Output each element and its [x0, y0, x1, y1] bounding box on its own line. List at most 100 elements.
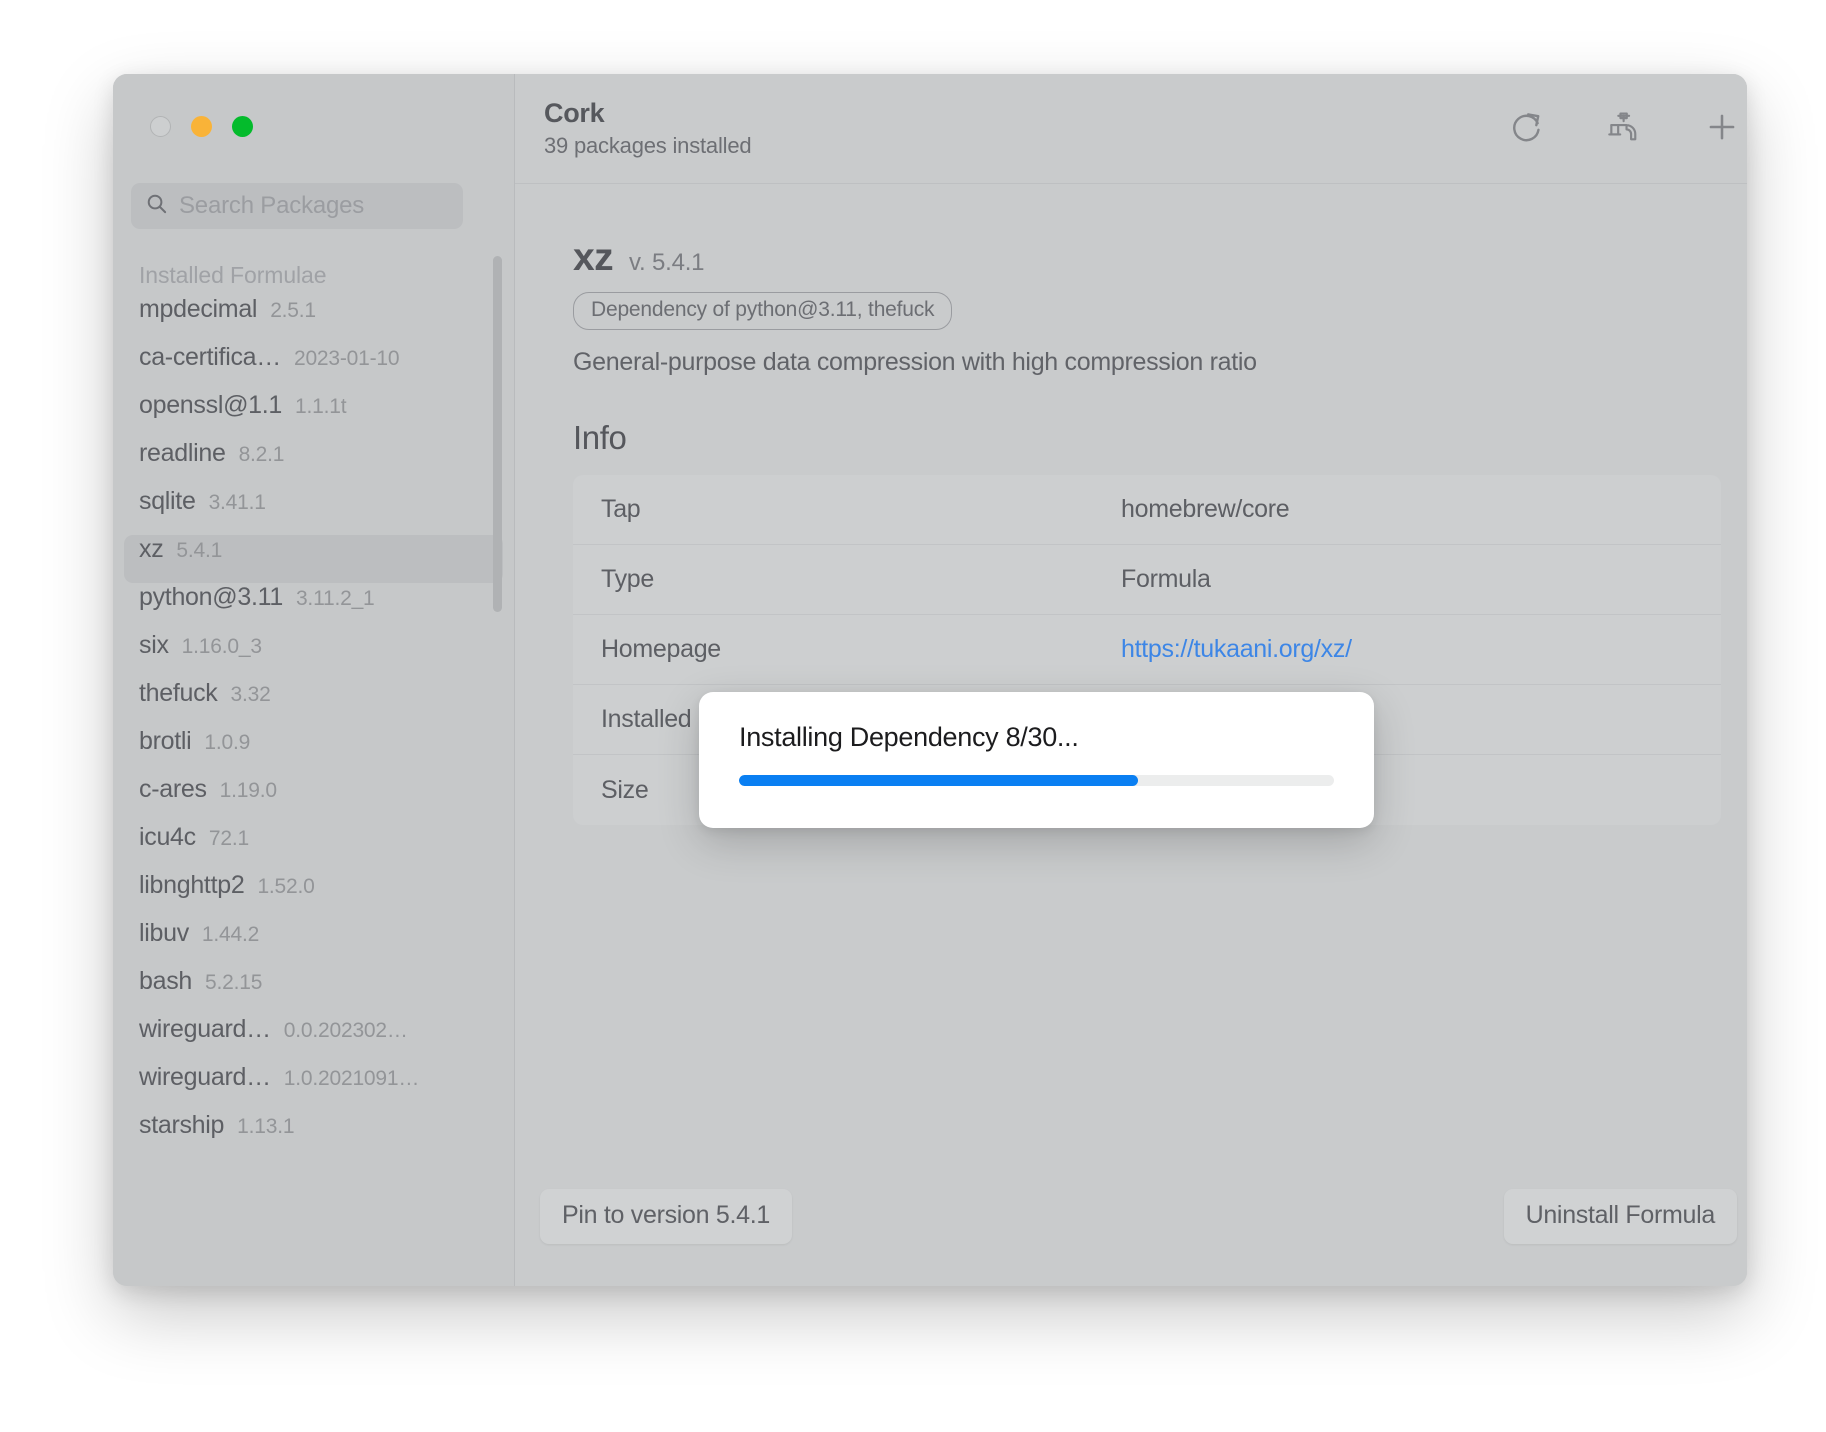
pin-to-version-button[interactable]: Pin to version 5.4.1 — [540, 1188, 793, 1244]
package-version: v. 5.4.1 — [629, 249, 705, 276]
uninstall-formula-button[interactable]: Uninstall Formula — [1503, 1188, 1737, 1244]
package-list-item-name: brotli — [139, 727, 192, 755]
info-table-row: Homepage https://tukaani.org/xz/ — [573, 615, 1721, 685]
plus-icon — [1704, 109, 1740, 148]
taps-button[interactable] — [1603, 108, 1645, 150]
info-row-link[interactable]: https://tukaani.org/xz/ — [1121, 635, 1352, 664]
package-list-item-version: 0.0.202302… — [283, 1019, 408, 1042]
info-row-value: Formula — [1121, 565, 1211, 593]
info-section-heading: Info — [573, 419, 627, 456]
package-list-item-name: six — [139, 631, 169, 659]
cork-app-window: Installed Formulae mpdecimal 2.5.1 ca-cert… — [113, 74, 1747, 1286]
info-row-key: Tap — [601, 495, 641, 523]
add-package-button[interactable] — [1701, 108, 1743, 150]
refresh-icon — [1509, 110, 1543, 147]
refresh-button[interactable] — [1505, 108, 1547, 150]
info-row-key: Type — [601, 565, 654, 593]
package-list-item[interactable]: readline 8.2.1 — [124, 439, 503, 487]
package-list-item-version: 8.2.1 — [238, 443, 285, 466]
package-list-item-name: icu4c — [139, 823, 196, 851]
installed-formulae-header: Installed Formulae — [139, 262, 327, 288]
package-list-item-version: 1.0.9 — [204, 731, 251, 754]
package-list-item[interactable]: thefuck 3.32 — [124, 679, 503, 727]
installing-dependency-dialog: Installing Dependency 8/30... — [699, 692, 1374, 828]
info-table-row: Type Formula — [573, 545, 1721, 615]
main-pane: Cork 39 packages installed xz v. 5.4.1 D… — [514, 74, 1747, 1286]
package-list-item[interactable]: wireguard… 0.0.202302… — [124, 1015, 503, 1063]
toolbar: Cork 39 packages installed — [515, 74, 1747, 184]
package-list-item-version: 1.16.0_3 — [181, 635, 262, 658]
package-description: General-purpose data compression with hi… — [573, 348, 1257, 376]
minimize-window-button[interactable] — [191, 116, 212, 137]
package-list-item-version: 3.41.1 — [208, 491, 266, 514]
package-list-item[interactable]: sqlite 3.41.1 — [124, 487, 503, 535]
package-title-row: xz v. 5.4.1 — [573, 236, 1721, 280]
dependency-badge: Dependency of python@3.11, thefuck — [573, 292, 953, 330]
package-list-item-version: 1.1.1t — [295, 395, 347, 418]
desktop-backdrop: Installed Formulae mpdecimal 2.5.1 ca-cert… — [0, 0, 1826, 1432]
package-list-item[interactable]: bash 5.2.15 — [124, 967, 503, 1015]
package-list-item-version: 5.2.15 — [205, 971, 263, 994]
package-list-item-name: sqlite — [139, 487, 196, 515]
window-traffic-lights — [150, 116, 253, 137]
package-list-item-version: 1.19.0 — [219, 779, 277, 802]
progress-bar-fill — [739, 775, 1138, 786]
faucet-icon — [1605, 110, 1643, 147]
package-list-item[interactable]: brotli 1.0.9 — [124, 727, 503, 775]
package-list-item[interactable]: libuv 1.44.2 — [124, 919, 503, 967]
package-list-item[interactable]: six 1.16.0_3 — [124, 631, 503, 679]
package-list-item-name: python@3.11 — [139, 583, 283, 611]
package-list-item-name: libnghttp2 — [139, 871, 245, 899]
package-list-item[interactable]: xz 5.4.1 — [124, 535, 503, 583]
package-list-item[interactable]: starship 1.13.1 — [124, 1111, 503, 1159]
package-list-item-version: 3.11.2_1 — [295, 587, 375, 610]
dialog-title: Installing Dependency 8/30... — [739, 722, 1079, 752]
package-list-item-name: bash — [139, 967, 193, 995]
package-list-item-version: 2.5.1 — [270, 299, 316, 322]
package-list-item[interactable]: openssl@1.1 1.1.1t — [124, 391, 503, 439]
package-list-item[interactable]: libnghttp2 1.52.0 — [124, 871, 503, 919]
package-list-item-version: 3.32 — [230, 683, 271, 706]
search-input[interactable] — [179, 192, 449, 220]
search-icon — [145, 192, 168, 220]
package-list-item[interactable]: wireguard… 1.0.2021091… — [124, 1063, 503, 1111]
progress-bar-track — [739, 775, 1334, 786]
package-list-item-version: 2023-01-10 — [293, 347, 400, 370]
package-list-item[interactable]: c-ares 1.19.0 — [124, 775, 503, 823]
toolbar-titles: Cork 39 packages installed — [544, 98, 752, 159]
package-list-item-name: libuv — [139, 919, 189, 947]
package-detail: xz v. 5.4.1 Dependency of python@3.11, t… — [515, 184, 1747, 1164]
info-row-key: Homepage — [601, 635, 721, 663]
package-list-item-version: 1.0.2021091… — [283, 1067, 420, 1090]
package-name: xz — [573, 236, 614, 279]
info-row-value: homebrew/core — [1121, 495, 1290, 523]
package-list-item[interactable]: mpdecimal 2.5.1 — [124, 295, 503, 343]
close-window-button[interactable] — [150, 116, 171, 137]
package-list-item-name: xz — [139, 535, 164, 563]
package-list-item-name: c-ares — [139, 775, 207, 803]
package-list-item-version: 1.52.0 — [257, 875, 315, 898]
packages-installed-count: 39 packages installed — [544, 133, 752, 158]
package-list-item-version: 1.13.1 — [237, 1115, 295, 1138]
search-packages-box[interactable] — [131, 183, 463, 229]
info-table-row: Tap homebrew/core — [573, 475, 1721, 545]
package-list-item[interactable]: python@3.11 3.11.2_1 — [124, 583, 503, 631]
package-list-item[interactable]: icu4c 72.1 — [124, 823, 503, 871]
app-title: Cork — [544, 98, 605, 128]
sidebar-scrollbar[interactable] — [493, 256, 502, 612]
package-list[interactable]: Installed Formulae mpdecimal 2.5.1 ca-cert… — [113, 252, 514, 1286]
package-list-item-version: 1.44.2 — [201, 923, 260, 946]
package-list-item-name: thefuck — [139, 679, 218, 707]
package-list-item-name: openssl@1.1 — [139, 391, 283, 419]
package-list-item-name: readline — [139, 439, 226, 467]
package-list-item[interactable]: ca-certifica… 2023-01-10 — [124, 343, 503, 391]
package-list-item-version: 5.4.1 — [176, 539, 223, 562]
package-list-item-name: ca-certifica… — [139, 343, 281, 371]
package-list-item-name: mpdecimal — [139, 295, 258, 323]
package-list-item-name: starship — [139, 1111, 225, 1139]
footer-actions: Pin to version 5.4.1 Uninstall Formula — [515, 1164, 1747, 1286]
maximize-window-button[interactable] — [232, 116, 253, 137]
package-list-item-name: wireguard… — [139, 1063, 271, 1091]
toolbar-actions — [1505, 108, 1743, 150]
package-list-item-version: 72.1 — [208, 827, 249, 850]
